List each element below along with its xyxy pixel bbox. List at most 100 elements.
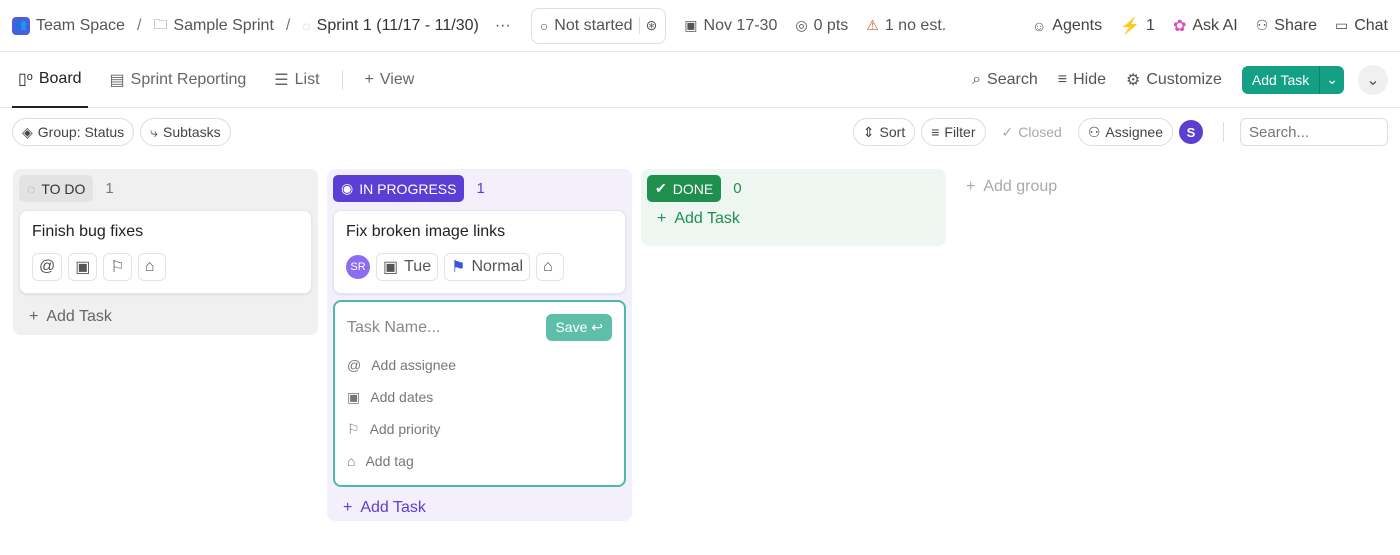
subtasks-button[interactable]: ⤷ Subtasks (140, 118, 231, 146)
ask-ai-label: Ask AI (1192, 16, 1238, 34)
team-space-icon: 👥 (12, 16, 30, 35)
avatar[interactable]: S (1179, 120, 1203, 144)
filter-button[interactable]: ≡ Filter (921, 118, 986, 146)
enter-icon: ↩ (591, 319, 603, 335)
ai-icon: ✿ (1172, 17, 1187, 35)
flag-icon[interactable]: ⚐ (103, 253, 132, 281)
calendar-icon[interactable]: ▣ (68, 253, 98, 281)
add-group-button[interactable]: + Add group (966, 178, 1057, 196)
tab-list[interactable]: ☰ List (268, 52, 325, 108)
add-task-label: Add Task (46, 308, 112, 325)
breadcrumb-folder[interactable]: Sample Sprint (173, 17, 274, 35)
task-count: 1 (476, 180, 485, 197)
points-label: 0 pts (813, 16, 849, 34)
chevron-down-icon: ⌄ (1366, 71, 1380, 89)
tag-icon[interactable]: ⌂ (137, 253, 166, 281)
add-task-button[interactable]: + Add Task (333, 487, 626, 523)
search-button[interactable]: ⌕ Search (972, 71, 1038, 89)
tab-board[interactable]: ▯ᵒ Board (12, 52, 88, 108)
assignee-icon[interactable]: @ (32, 253, 63, 281)
sort-label: Sort (879, 124, 906, 140)
share-icon: ⚇ (1255, 17, 1269, 33)
closed-label: Closed (1018, 124, 1062, 140)
status-badge[interactable]: ✔ DONE (647, 175, 722, 202)
status-name: TO DO (41, 180, 86, 197)
chevron-down-icon[interactable]: ⌄ (1320, 71, 1344, 88)
filter-right: ⇕ Sort ≡ Filter ✓ Closed ⚇ Assignee S (852, 118, 1388, 146)
flag-icon: ⚑ (451, 259, 466, 276)
add-priority-option[interactable]: ⚐ Add priority (347, 413, 612, 445)
add-task-button[interactable]: + Add Task (19, 294, 312, 332)
ask-ai-button[interactable]: ✿ Ask AI (1173, 16, 1238, 36)
sprint-icon: ◌ (302, 17, 311, 34)
bolt-icon: ⚡ (1120, 17, 1141, 35)
priority-button[interactable]: ⚑ Normal (444, 253, 531, 281)
status-badge[interactable]: ◌ TO DO (19, 175, 94, 202)
assignee-button[interactable]: ⚇ Assignee (1077, 118, 1173, 146)
subtasks-label: Subtasks (163, 124, 221, 140)
folder-icon: 🗀 (153, 15, 168, 32)
collapse-button[interactable]: ⌄ (1358, 64, 1388, 95)
view-tabs: ▯ᵒ Board ▤ Sprint Reporting ☰ List + View (12, 52, 436, 108)
task-count: 0 (733, 180, 742, 197)
status-pill[interactable]: ○ Not started ⊛ (530, 7, 667, 44)
due-date-button[interactable]: ▣ Tue (376, 253, 439, 281)
new-task-header: Task Name... Save ↩ (347, 314, 612, 341)
share-button[interactable]: ⚇ Share (1256, 17, 1317, 35)
add-assignee-option[interactable]: @ Add assignee (347, 349, 612, 381)
option-label: Add dates (370, 389, 434, 405)
add-dates-option[interactable]: ▣ Add dates (347, 381, 612, 413)
search-input[interactable] (1240, 118, 1388, 146)
bolt-count: 1 (1146, 16, 1155, 34)
tab-label: Board (38, 69, 82, 87)
agents-button[interactable]: ☺ Agents (1032, 17, 1102, 35)
task-title[interactable]: Finish bug fixes (32, 223, 299, 241)
status-settings-icon[interactable]: ⊛ (638, 17, 657, 34)
add-group-label: Add group (983, 178, 1058, 195)
task-title[interactable]: Fix broken image links (346, 223, 613, 241)
sort-button[interactable]: ⇕ Sort (852, 118, 916, 146)
more-icon[interactable]: ··· (495, 17, 511, 35)
breadcrumb-sprint[interactable]: Sprint 1 (11/17 - 11/30) (317, 17, 479, 35)
tab-sprint-reporting[interactable]: ▤ Sprint Reporting (104, 52, 253, 108)
hide-button[interactable]: ≡ Hide (1058, 71, 1106, 89)
estimate[interactable]: ⚠ 1 no est. (866, 17, 946, 35)
group-by-button[interactable]: ◈ Group: Status (12, 118, 135, 146)
closed-toggle[interactable]: ✓ Closed (992, 118, 1072, 146)
sliders-icon: ≡ (1057, 70, 1068, 88)
automations-button[interactable]: ⚡ 1 (1120, 16, 1155, 36)
add-view-button[interactable]: + View (359, 52, 421, 108)
add-task-button[interactable]: Add Task ⌄ (1241, 65, 1344, 94)
add-task-button[interactable]: + Add Task (647, 202, 940, 234)
points-icon: ◎ (795, 17, 808, 33)
task-card[interactable]: Fix broken image links SR ▣ Tue ⚑ Normal ⌂ (333, 210, 626, 294)
assignee-label: Assignee (1105, 124, 1163, 140)
top-bar: 👥 Team Space / 🗀 Sample Sprint / ◌ Sprin… (0, 0, 1400, 52)
sort-icon: ⇕ (862, 123, 875, 140)
add-tag-option[interactable]: ⌂ Add tag (347, 445, 612, 477)
circle-icon: ○ (539, 17, 549, 34)
group-label: Group: Status (37, 124, 125, 140)
assignee-icon: @ (347, 357, 362, 373)
calendar-icon: ▣ (684, 17, 698, 33)
task-name-input[interactable]: Task Name... (347, 319, 440, 337)
progress-icon: ◉ (341, 180, 354, 196)
task-card[interactable]: Finish bug fixes @ ▣ ⚐ ⌂ (19, 210, 312, 294)
sprint-dates[interactable]: ▣ Nov 17-30 (684, 17, 777, 35)
filter-icon: ≡ (931, 124, 940, 140)
customize-button[interactable]: ⚙ Customize (1126, 70, 1222, 90)
breadcrumb-space[interactable]: Team Space (36, 17, 125, 35)
save-button[interactable]: Save ↩ (546, 314, 612, 341)
plus-icon: + (343, 499, 353, 516)
assignee-avatar[interactable]: SR (346, 255, 370, 279)
dates-label: Nov 17-30 (703, 16, 778, 34)
add-task-label[interactable]: Add Task (1242, 65, 1321, 94)
add-task-label: Add Task (674, 210, 740, 227)
filter-bar: ◈ Group: Status ⤷ Subtasks ⇕ Sort ≡ Filter ✓… (0, 108, 1400, 156)
status-badge[interactable]: ◉ IN PROGRESS (333, 175, 465, 202)
sprint-points[interactable]: ◎ 0 pts (795, 17, 848, 35)
tag-icon[interactable]: ⌂ (536, 253, 565, 281)
status-label: Not started (554, 16, 633, 34)
filter-left: ◈ Group: Status ⤷ Subtasks (12, 118, 231, 146)
chat-button[interactable]: ▭ Chat (1335, 17, 1388, 35)
